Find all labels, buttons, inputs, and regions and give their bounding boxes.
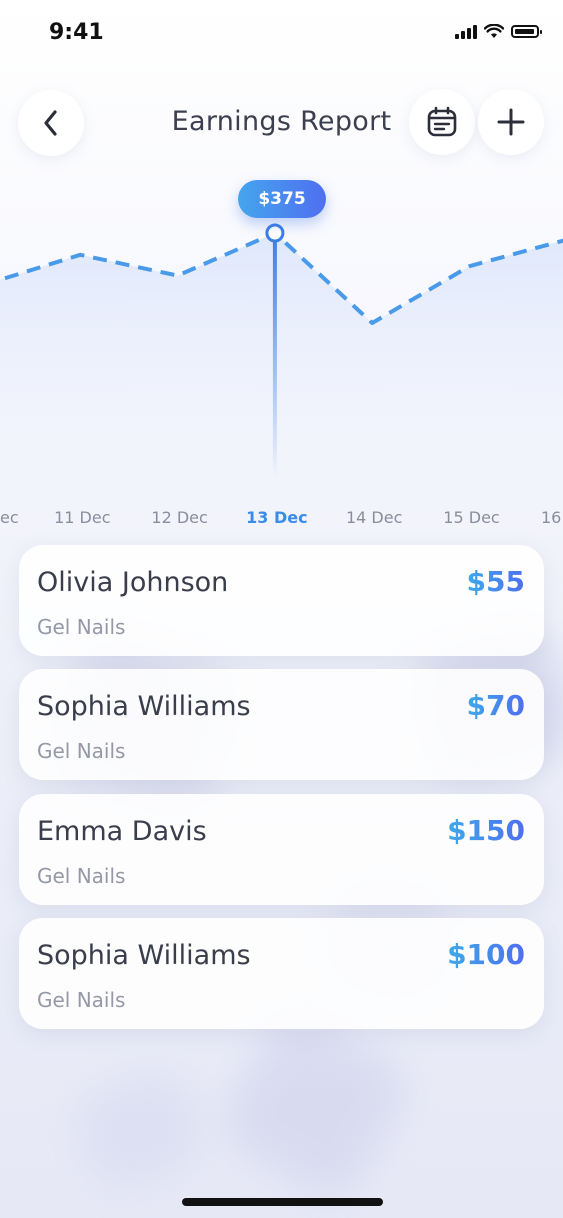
- calendar-icon: [427, 106, 457, 137]
- selected-value-tooltip: $375: [238, 180, 326, 218]
- transaction-amount: $100: [447, 938, 525, 971]
- wifi-icon: [484, 24, 504, 38]
- cellular-signal-icon: [455, 24, 477, 39]
- chart-area-fill: [0, 233, 563, 540]
- add-button[interactable]: [478, 89, 544, 155]
- client-name: Sophia Williams: [37, 940, 251, 971]
- client-name: Emma Davis: [37, 816, 207, 847]
- x-tick-label[interactable]: 15 Dec: [443, 508, 499, 527]
- status-icons: [455, 24, 542, 39]
- home-indicator: [182, 1198, 383, 1206]
- calendar-button[interactable]: [409, 89, 475, 155]
- status-time: 9:41: [49, 20, 104, 45]
- service-name: Gel Nails: [37, 988, 126, 1012]
- selected-point-guide-line: [272, 233, 277, 478]
- x-tick-label[interactable]: 12 Dec: [151, 508, 207, 527]
- transaction-card[interactable]: Emma Davis Gel Nails $150: [19, 794, 544, 905]
- transaction-amount: $55: [466, 565, 525, 598]
- background-blob: [212, 1002, 418, 1208]
- earnings-line-chart: [0, 223, 563, 540]
- plus-icon: [497, 108, 525, 136]
- client-name: Olivia Johnson: [37, 567, 229, 598]
- x-tick-label[interactable]: 14 Dec: [346, 508, 402, 527]
- service-name: Gel Nails: [37, 864, 126, 888]
- x-tick-label[interactable]: 16: [541, 508, 561, 527]
- transaction-amount: $150: [447, 814, 525, 847]
- service-name: Gel Nails: [37, 615, 126, 639]
- transaction-amount: $70: [466, 689, 525, 722]
- client-name: Sophia Williams: [37, 691, 251, 722]
- transaction-card[interactable]: Sophia Williams Gel Nails $70: [19, 669, 544, 780]
- battery-icon: [511, 25, 542, 38]
- x-tick-label[interactable]: 13 Dec: [246, 508, 307, 527]
- background-blob: [66, 1062, 214, 1198]
- x-tick-label[interactable]: 11 Dec: [54, 508, 110, 527]
- service-name: Gel Nails: [37, 739, 126, 763]
- transaction-card[interactable]: Olivia Johnson Gel Nails $55: [19, 545, 544, 656]
- x-tick-label[interactable]: ec: [0, 508, 19, 527]
- selected-data-point: [265, 223, 285, 243]
- status-bar: 9:41: [0, 0, 563, 70]
- transaction-card[interactable]: Sophia Williams Gel Nails $100: [19, 918, 544, 1029]
